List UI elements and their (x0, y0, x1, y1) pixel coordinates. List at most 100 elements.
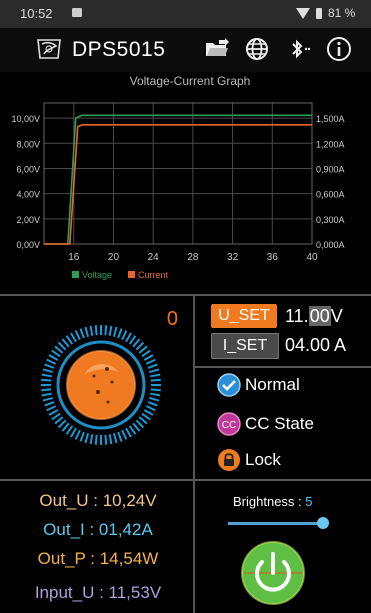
knob-tick (94, 434, 98, 445)
adjust-knob[interactable] (38, 322, 164, 448)
right-axis-tick-label: 0,900A (316, 164, 345, 174)
u-set-unit: V (330, 306, 343, 326)
lock-icon (218, 449, 240, 471)
x-axis-tick-label: 40 (306, 252, 318, 263)
right-axis-tick-label: 0,600A (316, 190, 345, 200)
knob-tick (44, 401, 55, 407)
knob-tick (51, 412, 61, 421)
cc-badge-text: CC (222, 420, 236, 431)
brightness-text: Brightness : (233, 494, 306, 509)
knob-tick (121, 330, 128, 341)
knob-tick (61, 422, 70, 432)
knob-tick (145, 405, 156, 412)
knob-tick (147, 363, 158, 369)
knob-tick (138, 345, 148, 354)
knob-tick (74, 429, 81, 440)
knob-tick (138, 416, 148, 425)
voltage-current-chart: Voltage-Current Graph 0,000A 0,300A 0,600A… (0, 72, 371, 294)
right-axis-tick-label: 1,500A (316, 114, 345, 124)
i-set-button[interactable]: I_SET (211, 333, 279, 359)
normal-label: Normal (245, 375, 300, 394)
u-set-button[interactable]: U_SET (211, 304, 277, 328)
knob-tick (141, 349, 151, 358)
bluetooth-icon[interactable] (286, 36, 312, 62)
knob-tick (149, 368, 160, 374)
knob-tick (125, 332, 132, 343)
knob-tick (128, 335, 137, 345)
knob-tick (84, 326, 90, 337)
u-set-selected-digits[interactable]: 00 (308, 306, 331, 326)
knob-tick (132, 422, 141, 432)
wifi-icon (296, 8, 310, 19)
knob-tick (125, 427, 132, 438)
knob-tick (108, 325, 113, 336)
divider (193, 296, 195, 613)
knob-tick (57, 419, 67, 429)
knob-tick (150, 378, 161, 382)
status-bar: 10:52 81 % (0, 0, 371, 28)
x-axis-tick-label: 16 (68, 252, 80, 263)
knob-tick (41, 378, 52, 382)
knob-tick (57, 341, 67, 351)
knob-tick (61, 338, 70, 348)
knob-tick (112, 326, 118, 337)
divider (0, 294, 371, 296)
knob-tick (74, 330, 81, 341)
app-logo-icon (37, 39, 61, 59)
knob-tick (108, 434, 113, 445)
knob-tick (65, 335, 74, 345)
knob-tick (46, 405, 57, 412)
brightness-value: 5 (305, 494, 313, 509)
knob-tick (117, 431, 123, 442)
input-u-readout: Input_U : 11,53V (34, 583, 162, 602)
knob-tick (48, 354, 59, 361)
image-notification-icon (72, 8, 82, 17)
knob-tick (117, 328, 123, 339)
chart-title: Voltage-Current Graph (130, 74, 251, 88)
knob-tick (112, 433, 118, 444)
knob-tick (147, 401, 158, 407)
folder-open-icon[interactable] (204, 36, 230, 62)
globe-icon[interactable] (244, 36, 270, 62)
i-set-value[interactable]: 04.00 A (285, 333, 346, 357)
knob-tick (70, 332, 77, 343)
knob-tick (48, 409, 59, 416)
knob-tick (41, 373, 52, 378)
knob-tick (141, 412, 151, 421)
knob-tick (41, 392, 52, 397)
knob-tick (54, 416, 64, 425)
u-set-value[interactable]: 11.00V (285, 304, 343, 328)
knob-tick (150, 392, 161, 397)
power-button[interactable] (240, 540, 306, 606)
cc-badge-icon: CC (217, 412, 241, 436)
right-axis-tick-label: 1,200A (316, 139, 345, 149)
knob-tick (104, 434, 108, 445)
knob-tick (84, 433, 90, 444)
out-p-readout: Out_P : 14,54W (37, 549, 159, 568)
knob-tick (121, 429, 128, 440)
left-axis-tick-label: 4,00V (16, 190, 40, 200)
status-time: 10:52 (20, 6, 53, 21)
knob-tick (143, 354, 154, 361)
knob-tick (70, 427, 77, 438)
check-circle-icon (217, 373, 241, 397)
brightness-slider[interactable] (228, 522, 326, 525)
u-set-int: 11. (285, 306, 309, 326)
knob-tick (79, 328, 85, 339)
knob-tick (79, 431, 85, 442)
lock-label: Lock (245, 450, 281, 469)
knob-tick (44, 363, 55, 369)
knob-tick (41, 388, 52, 392)
app-bar: DPS5015 (0, 28, 371, 72)
knob-tick (143, 409, 154, 416)
knob-tick (128, 425, 137, 435)
knob-tick (46, 358, 57, 365)
knob-tick (149, 396, 160, 402)
right-axis-tick-label: 0,000A (316, 240, 345, 250)
knob-tick (51, 349, 61, 358)
out-i-readout: Out_I : 01,42A (43, 520, 153, 539)
legend-swatch-current (128, 271, 135, 278)
x-axis-tick-label: 28 (187, 252, 199, 263)
info-icon[interactable] (326, 36, 352, 62)
brightness-slider-thumb[interactable] (317, 517, 329, 529)
